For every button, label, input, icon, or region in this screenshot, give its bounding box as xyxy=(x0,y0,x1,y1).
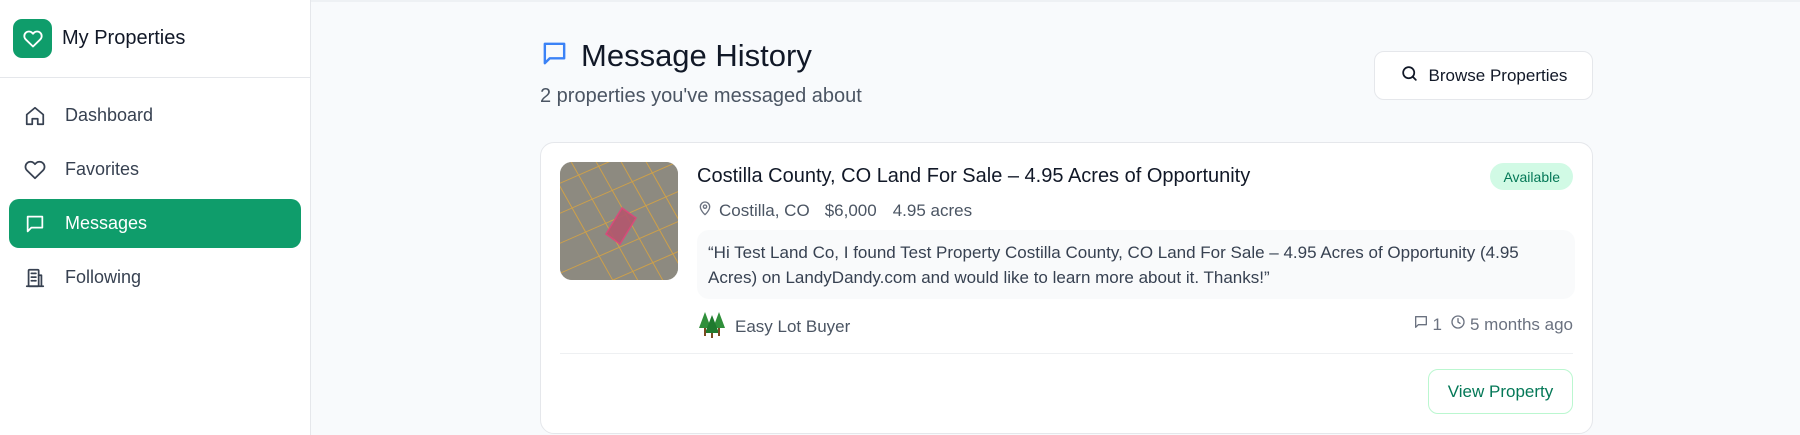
browse-properties-button[interactable]: Browse Properties xyxy=(1374,51,1593,100)
brand[interactable]: My Properties xyxy=(0,0,310,78)
property-meta: Costilla, CO $6,000 4.95 acres xyxy=(697,199,972,222)
property-thumbnail[interactable] xyxy=(560,162,678,280)
home-icon xyxy=(23,104,47,128)
seller-info[interactable]: Easy Lot Buyer xyxy=(697,309,850,344)
search-icon xyxy=(1400,64,1419,88)
sidebar-item-label: Following xyxy=(65,267,142,287)
brand-title: My Properties xyxy=(62,27,186,49)
chat-bubble-icon xyxy=(540,39,569,73)
sidebar-item-label: Favorites xyxy=(65,159,140,179)
status-badge: Available xyxy=(1490,163,1573,190)
property-title[interactable]: Costilla County, CO Land For Sale – 4.95… xyxy=(697,165,1250,188)
sidebar-nav: Dashboard Favorites Messages Following xyxy=(0,78,310,302)
top-border xyxy=(311,0,1800,2)
message-card: Costilla County, CO Land For Sale – 4.95… xyxy=(540,142,1593,434)
view-property-button[interactable]: View Property xyxy=(1428,369,1573,414)
page-header: Message History xyxy=(540,38,812,74)
seller-name: Easy Lot Buyer xyxy=(735,316,851,336)
browse-properties-label: Browse Properties xyxy=(1428,65,1568,85)
message-time: 5 months ago xyxy=(1469,314,1573,334)
message-icon xyxy=(23,212,47,236)
sidebar-item-following[interactable]: Following xyxy=(9,253,301,302)
sidebar-item-messages[interactable]: Messages xyxy=(9,199,301,248)
sidebar-item-favorites[interactable]: Favorites xyxy=(9,145,301,194)
sidebar: My Properties Dashboard Favorites Messag… xyxy=(0,0,311,435)
property-price: $6,000 xyxy=(824,200,877,220)
page-subtitle: 2 properties you've messaged about xyxy=(540,85,862,107)
message-stats: 1 5 months ago xyxy=(1413,314,1573,335)
sidebar-item-dashboard[interactable]: Dashboard xyxy=(9,91,301,140)
trees-logo-icon xyxy=(697,309,727,344)
heart-logo-icon xyxy=(13,19,52,58)
heart-icon xyxy=(23,158,47,182)
comment-icon xyxy=(1413,314,1429,335)
message-count: 1 xyxy=(1432,314,1442,334)
card-divider xyxy=(560,353,1573,354)
sidebar-item-label: Messages xyxy=(65,213,148,233)
sidebar-item-label: Dashboard xyxy=(65,105,154,125)
map-pin-icon xyxy=(697,199,713,222)
message-quote: “Hi Test Land Co, I found Test Property … xyxy=(697,230,1575,299)
property-location: Costilla, CO xyxy=(719,200,810,220)
parcel-map-image xyxy=(560,162,678,280)
page-title: Message History xyxy=(581,38,812,73)
property-acres: 4.95 acres xyxy=(892,200,973,220)
building-icon xyxy=(23,266,47,290)
clock-icon xyxy=(1450,314,1466,335)
